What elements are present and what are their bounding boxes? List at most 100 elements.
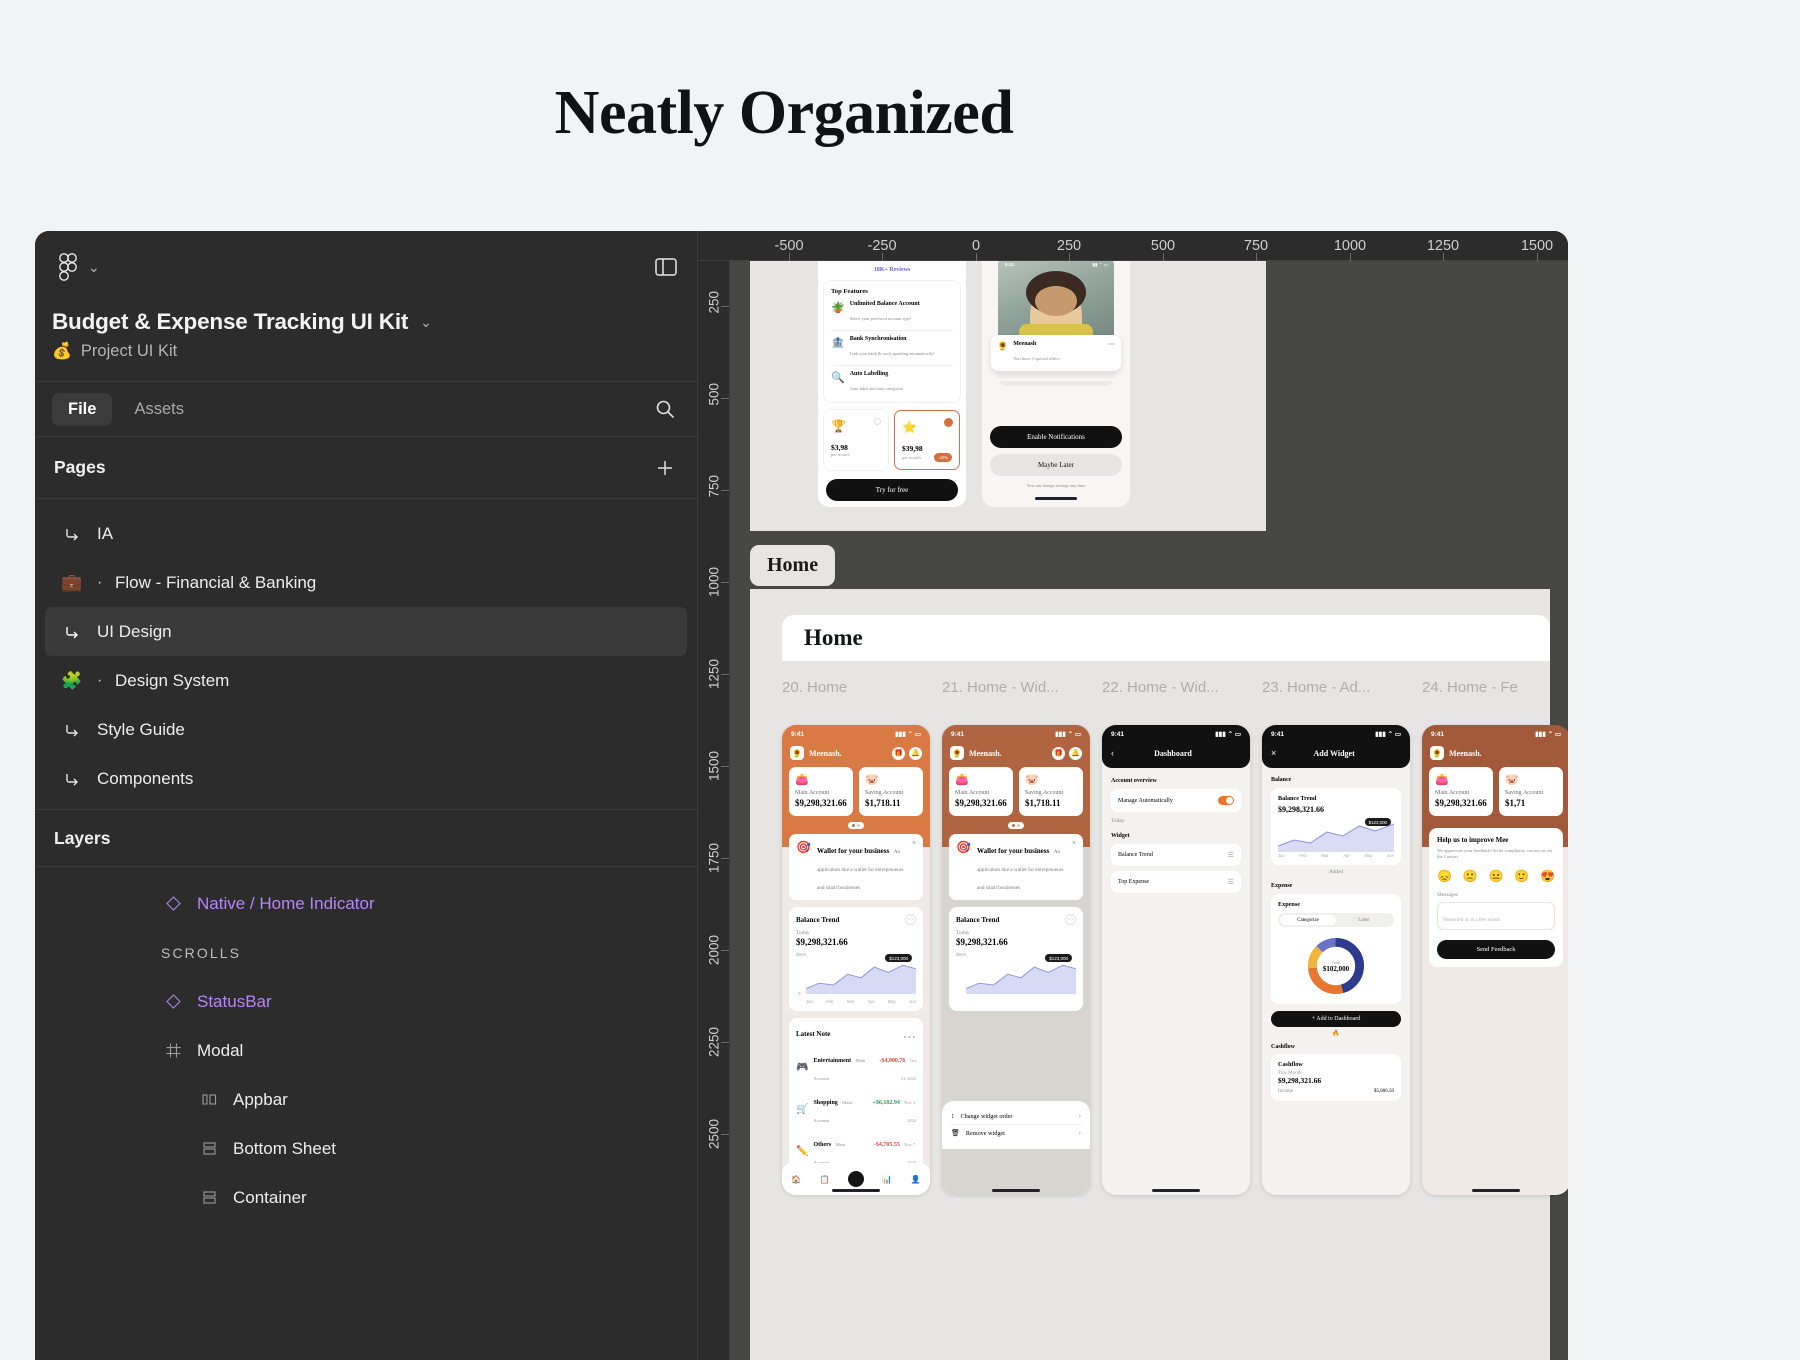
rating-emoji[interactable]: 😞 xyxy=(1437,869,1452,883)
carousel-pager[interactable] xyxy=(782,822,930,829)
action-change-order[interactable]: ↕ Change widget order › xyxy=(951,1109,1081,1124)
frame-23-home-add-widget[interactable]: 9:41 ▮▮▮ ⌃ ▭ × Add Widget Balance Balanc… xyxy=(1262,725,1410,1195)
tab-list-icon[interactable]: 📋 xyxy=(820,1175,830,1184)
bell-icon[interactable]: 🔔 xyxy=(909,746,922,760)
widget-actions-sheet[interactable]: ↕ Change widget order › 🗑 Remove widget … xyxy=(942,1101,1090,1149)
rating-emoji[interactable]: 😍 xyxy=(1540,869,1555,883)
more-options-icon[interactable]: ⋯ xyxy=(905,914,916,925)
layer-item-container[interactable]: Container xyxy=(35,1173,697,1222)
rating-emoji[interactable]: 🙂 xyxy=(1514,869,1529,883)
send-feedback-button[interactable]: Send Feedback xyxy=(1437,939,1555,959)
tab-file[interactable]: File xyxy=(52,392,113,426)
page-item-style-guide[interactable]: Style Guide xyxy=(45,705,687,754)
account-card-saving[interactable]: 🐷 Saving Account $1,718.11 xyxy=(859,767,923,816)
page-item-design-system[interactable]: 🧩 · Design System xyxy=(45,656,687,705)
drag-handle-icon[interactable]: ☰ xyxy=(1228,851,1234,859)
widget-row-balance-trend[interactable]: Balance Trend ☰ xyxy=(1111,844,1241,866)
cashflow-widget-preview[interactable]: Cashflow This Month $9,298,321.66 Income… xyxy=(1271,1054,1401,1101)
account-card-main[interactable]: 👛 Main Account $9,298,321.66 xyxy=(1429,767,1493,816)
plan-card-basic[interactable]: 🏆 $3,98 per month xyxy=(824,410,888,470)
project-breadcrumb[interactable]: 💰 Project UI Kit xyxy=(52,342,680,361)
frame-label-21[interactable]: 21. Home - Wid... xyxy=(942,679,1059,696)
tab-home-icon[interactable]: 🏠 xyxy=(791,1175,801,1184)
account-card-saving[interactable]: 🐷 Saving Account $1,718.11 xyxy=(1019,767,1083,816)
messages-input[interactable]: Please tell us in a few words xyxy=(1443,918,1500,923)
feedback-emoji-rating[interactable]: 😞 🙁 😐 🙂 😍 xyxy=(1437,869,1555,883)
design-canvas[interactable]: -500 -250 0 250 500 750 1000 1250 1500 2… xyxy=(698,231,1568,1360)
gift-icon[interactable]: 🎁 xyxy=(1052,746,1065,760)
frame-label-20[interactable]: 20. Home xyxy=(782,679,847,696)
balance-trend-widget[interactable]: Balance Trend ⋯ Today $9,298,321.66 $80K… xyxy=(789,907,923,1011)
account-card-main[interactable]: 👛 Main Account $9,298,321.66 xyxy=(789,767,853,816)
radio-unselected-icon[interactable] xyxy=(874,418,881,425)
frame-label-23[interactable]: 23. Home - Ad... xyxy=(1262,679,1370,696)
widget-row-top-expense[interactable]: Top Expense ☰ xyxy=(1111,871,1241,893)
avatar[interactable]: 🌻 xyxy=(790,746,804,760)
artboard-onboarding[interactable]: 18K+ Reviews Top Features 🪴 Unlimited Ba… xyxy=(750,261,1266,531)
gift-icon[interactable]: 🎁 xyxy=(892,746,905,760)
panel-layout-icon[interactable] xyxy=(652,253,680,281)
promo-banner[interactable]: 🎯 Wallet for your business An applicatio… xyxy=(949,834,1083,900)
carousel-pager[interactable] xyxy=(942,822,1090,829)
bell-icon[interactable]: 🔔 xyxy=(1069,746,1082,760)
plan-card-premium[interactable]: ⭐ $39,98 per month -25% xyxy=(894,410,960,470)
note-row[interactable]: 🛒 Shopping Main Account +$6,182.94 Nov 3… xyxy=(796,1091,916,1127)
expense-widget-preview[interactable]: Expense Categorize Label Total $102,000 xyxy=(1271,894,1401,1004)
frame-22-home-widget-dashboard[interactable]: 9:41 ▮▮▮ ⌃ ▭ ‹ Dashboard Account overvie… xyxy=(1102,725,1250,1195)
promo-banner[interactable]: 🎯 Wallet for your business An applicatio… xyxy=(789,834,923,900)
phone-mockup-pricing[interactable]: 18K+ Reviews Top Features 🪴 Unlimited Ba… xyxy=(818,261,966,507)
layer-item-statusbar[interactable]: StatusBar xyxy=(35,977,697,1026)
tab-profile-icon[interactable]: 👤 xyxy=(911,1175,921,1184)
auto-manage-row[interactable]: Manage Automatically xyxy=(1111,789,1241,812)
balance-trend-widget[interactable]: Balance Trend ⋯ Today $9,298,321.66 $80K… xyxy=(949,907,1083,1011)
layer-item-bottom-sheet[interactable]: Bottom Sheet xyxy=(35,1124,697,1173)
frame-20-home[interactable]: 9:41 ▮▮▮ ⌃ ▭ 🌻 Meenash. 🎁 🔔 👛 Main Accou… xyxy=(782,725,930,1195)
page-item-components[interactable]: Components xyxy=(45,754,687,803)
note-row[interactable]: 🎮 Entertainment Main Account -$4,900.76 … xyxy=(796,1049,916,1085)
enable-notifications-button[interactable]: Enable Notifications xyxy=(990,426,1122,448)
frame-label-22[interactable]: 22. Home - Wid... xyxy=(1102,679,1219,696)
layer-item-home-indicator[interactable]: Native / Home Indicator xyxy=(35,879,697,928)
page-item-flow-financial-banking[interactable]: 💼 · Flow - Financial & Banking xyxy=(45,558,687,607)
maybe-later-button[interactable]: Maybe Later xyxy=(990,454,1122,476)
avatar[interactable]: 🌻 xyxy=(1430,746,1444,760)
segment-label[interactable]: Label xyxy=(1336,915,1392,925)
rating-emoji[interactable]: 🙁 xyxy=(1463,869,1478,883)
frame-label-24[interactable]: 24. Home - Fe xyxy=(1422,679,1518,696)
add-fab-icon[interactable] xyxy=(847,1171,864,1187)
search-icon[interactable] xyxy=(650,394,680,424)
expense-segmented-control[interactable]: Categorize Label xyxy=(1278,913,1394,927)
frame-24-home-feedback[interactable]: 9:41 ▮▮▮ ⌃ ▭ 🌻 Meenash. 👛 Main Account $… xyxy=(1422,725,1568,1195)
account-card-main[interactable]: 👛 Main Account $9,298,321.66 xyxy=(949,767,1013,816)
layer-item-modal[interactable]: Modal xyxy=(35,1026,697,1075)
rating-emoji[interactable]: 😐 xyxy=(1489,869,1504,883)
added-label: Added xyxy=(1329,869,1343,875)
tab-stats-icon[interactable]: 📊 xyxy=(882,1175,892,1184)
close-icon[interactable]: × xyxy=(912,840,916,847)
tab-assets[interactable]: Assets xyxy=(118,393,200,426)
plus-icon[interactable] xyxy=(652,455,678,481)
canvas-viewport[interactable]: 18K+ Reviews Top Features 🪴 Unlimited Ba… xyxy=(730,261,1568,1360)
layer-item-appbar[interactable]: Appbar xyxy=(35,1075,697,1124)
section-chip-home[interactable]: Home xyxy=(750,545,836,586)
add-to-dashboard-button[interactable]: + Add to Dashboard xyxy=(1271,1011,1401,1027)
more-options-icon[interactable]: ⋯ xyxy=(1065,914,1076,925)
close-icon[interactable]: × xyxy=(1072,840,1076,847)
phone-mockup-notifications[interactable]: finance updates! 9:41 ▮▮ ⌃ ▭ 🌻 xyxy=(982,261,1130,507)
drag-handle-icon[interactable]: ☰ xyxy=(1228,878,1234,886)
radio-selected-icon[interactable] xyxy=(944,418,953,427)
action-remove-widget[interactable]: 🗑 Remove widget › xyxy=(951,1124,1081,1141)
figma-menu-button[interactable]: ⌄ xyxy=(52,249,106,285)
auto-manage-toggle[interactable] xyxy=(1218,796,1234,805)
account-card-saving[interactable]: 🐷 Saving Account $1,71 xyxy=(1499,767,1563,816)
avatar[interactable]: 🌻 xyxy=(950,746,964,760)
balance-trend-preview[interactable]: Balance Trend $9,298,321.66 $123,000 Jan… xyxy=(1271,788,1401,865)
file-title-chevron-down-icon[interactable]: ⌄ xyxy=(420,315,432,329)
more-options-icon[interactable]: ... xyxy=(903,1025,916,1043)
feedback-card[interactable]: Help us to improve Mee We appreciate you… xyxy=(1429,828,1563,967)
page-item-ia[interactable]: IA xyxy=(45,509,687,558)
frame-21-home-widget[interactable]: 9:41 ▮▮▮ ⌃ ▭ 🌻 Meenash. 🎁 🔔 👛 Main Accou… xyxy=(942,725,1090,1195)
try-free-button[interactable]: Try for free xyxy=(826,479,958,501)
page-item-ui-design[interactable]: UI Design xyxy=(45,607,687,656)
segment-categorize[interactable]: Categorize xyxy=(1280,915,1336,925)
